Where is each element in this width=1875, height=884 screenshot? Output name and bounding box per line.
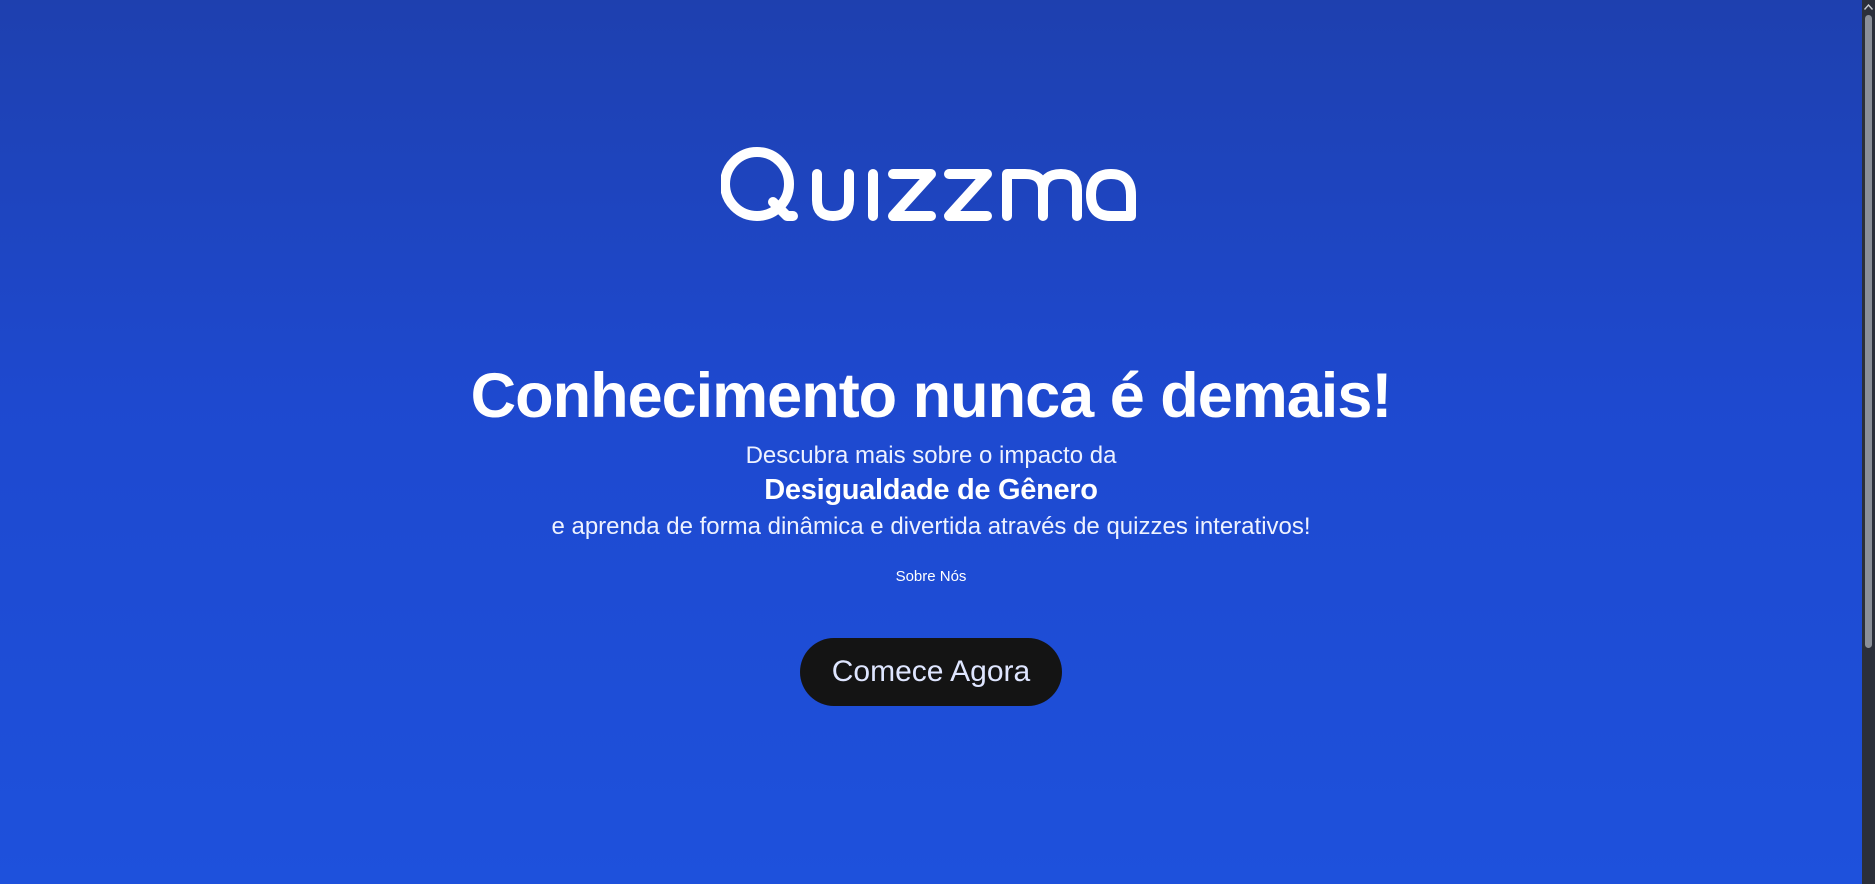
hero-subtitle-line1: Descubra mais sobre o impacto da	[745, 442, 1117, 469]
about-us-link[interactable]: Sobre Nós	[896, 568, 967, 585]
quizzma-logo	[721, 147, 1136, 221]
start-now-button[interactable]: Comece Agora	[800, 638, 1062, 706]
hero-subtitle-line2: e aprenda de forma dinâmica e divertida …	[551, 513, 1311, 540]
page-scrollbar[interactable]	[1862, 0, 1875, 884]
scrollbar-thumb[interactable]	[1865, 15, 1872, 648]
cta-container: Comece Agora	[0, 638, 1862, 706]
hero-headline: Conhecimento nunca é demais!	[470, 361, 1393, 431]
scroll-up-arrow-icon[interactable]	[1862, 0, 1875, 13]
hero-section: Conhecimento nunca é demais! Descubra ma…	[0, 355, 1862, 586]
hero-highlight: Desigualdade de Gênero	[764, 474, 1098, 506]
logo-container	[0, 140, 1862, 240]
landing-page: Conhecimento nunca é demais! Descubra ma…	[0, 0, 1862, 884]
